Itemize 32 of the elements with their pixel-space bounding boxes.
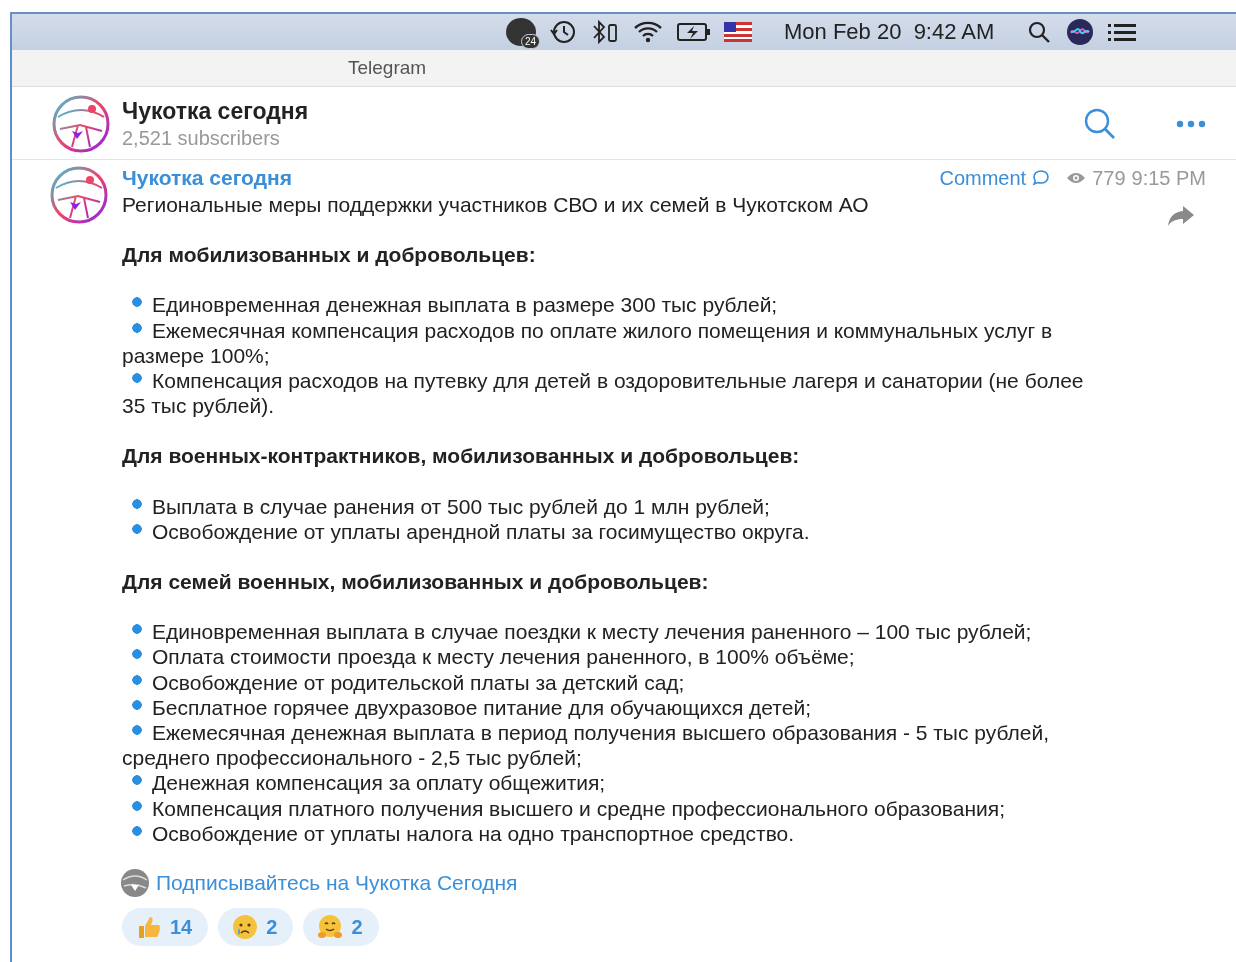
window-title: Telegram (348, 57, 427, 79)
menu-icon[interactable] (1106, 21, 1139, 43)
channel-avatar-icon[interactable] (52, 95, 110, 153)
link-avatar-icon (120, 868, 150, 899)
wifi-icon[interactable] (632, 19, 664, 45)
menu-clock[interactable]: Mon Feb 20 9:42 AM (784, 19, 995, 45)
eye-icon (1066, 171, 1087, 185)
time-machine-icon[interactable] (548, 19, 578, 45)
message-time: 9:15 PM (1131, 166, 1206, 190)
hugging-face-icon (317, 914, 344, 941)
thumbs-up-icon (136, 914, 162, 941)
subscribe-link[interactable]: Подписывайтесь на Чукотка Сегодня (156, 871, 518, 896)
bluetooth-icon[interactable] (590, 19, 620, 45)
author-name[interactable]: Чукотка сегодня (122, 166, 292, 190)
reaction-button[interactable]: 14 (122, 908, 209, 947)
section-heading: Для военных-контрактников, мобилизованных и добровольцев: (122, 443, 801, 469)
message-text: Региональные меры поддержки участников СВО и их семей в Чукотском АО (122, 192, 870, 218)
section-heading: Для семей военных, мобилизованных и добровольцев: (122, 569, 710, 595)
view-count: 779 (1092, 166, 1126, 190)
section-heading: Для мобилизованных и добровольцев: (122, 242, 537, 268)
reaction-button[interactable]: 2 (218, 908, 294, 947)
flag-icon[interactable] (724, 22, 752, 42)
comment-link[interactable]: Comment (939, 166, 1027, 190)
subscriber-count: 2,521 subscribers (122, 127, 281, 150)
author-avatar-icon[interactable] (50, 166, 108, 224)
channel-name: Чукотка сегодня (122, 98, 310, 125)
siri-icon[interactable] (1066, 18, 1095, 46)
comment-icon[interactable] (1032, 169, 1051, 187)
more-icon[interactable] (1176, 120, 1206, 128)
reaction-button[interactable]: 2 (303, 908, 379, 947)
share-icon[interactable] (1166, 204, 1196, 228)
crying-face-icon (232, 914, 259, 941)
